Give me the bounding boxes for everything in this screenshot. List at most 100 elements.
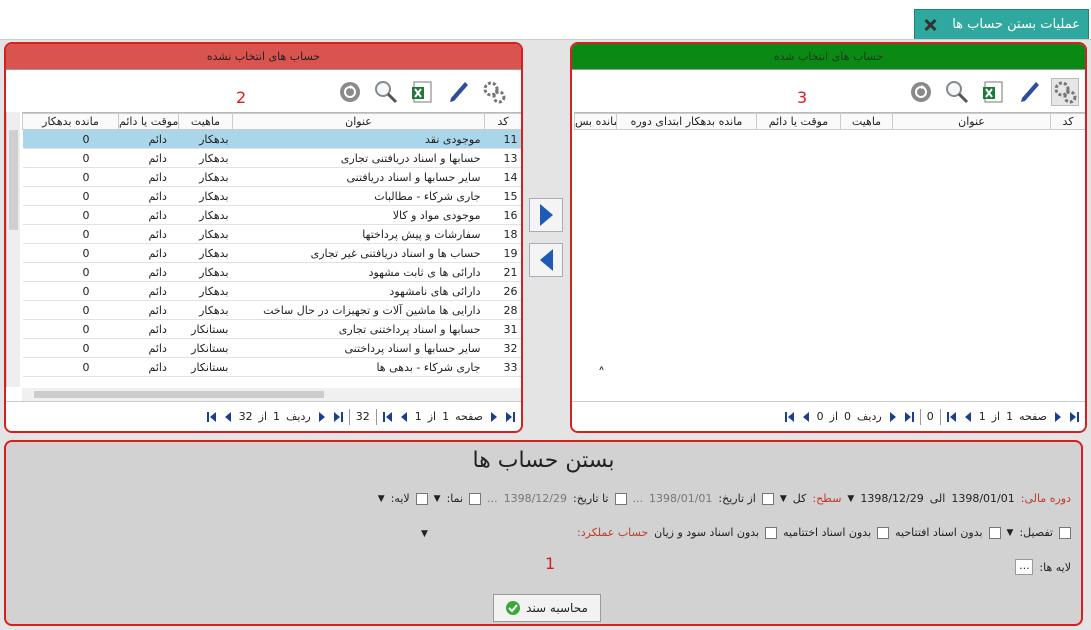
next-page-icon[interactable] [1053, 411, 1063, 423]
of-word: از [427, 410, 437, 423]
move-right-button[interactable] [529, 198, 563, 232]
first-row-icon[interactable] [206, 411, 217, 423]
code-cell: 33 [484, 357, 521, 377]
table-row[interactable]: 0 دائم بدهکار موجودی مواد و کالا 16 [22, 205, 521, 225]
table-row[interactable]: 0 دائم بدهکار حساب ها و اسناد دریافتنی غیر … [22, 243, 521, 263]
calculate-document-button[interactable]: محاسبه سند [493, 594, 601, 622]
to-date-value[interactable]: 1398/12/29 [504, 492, 567, 505]
code-cell: 14 [484, 167, 521, 187]
col-temp[interactable]: موقت یا دائم [756, 113, 841, 130]
excel-icon[interactable] [408, 78, 436, 106]
col-nature[interactable]: ماهیت [840, 113, 893, 130]
fiscal-from-value[interactable]: 1398/01/01 [951, 492, 1014, 505]
col-code[interactable]: کد [1050, 113, 1085, 130]
fiscal-dropdown-icon[interactable]: ▼ [847, 494, 854, 504]
refresh-icon[interactable] [336, 78, 364, 106]
no-opening-checkbox[interactable] [988, 526, 1001, 539]
pen-icon[interactable] [444, 78, 472, 106]
col-temp[interactable]: موقت یا دائم [118, 113, 179, 130]
level-dropdown-icon[interactable]: ▼ [780, 494, 787, 504]
to-date-picker[interactable]: ... [487, 492, 498, 505]
col-opening-balance[interactable]: مانده بدهکار ابتدای دوره [616, 113, 757, 130]
nema-checkbox[interactable] [469, 492, 482, 505]
col-code[interactable]: کد [484, 113, 521, 130]
prev-row-icon[interactable] [223, 411, 233, 423]
table-row[interactable]: 0 دائم بدهکار سفارشات و پیش پرداختها 18 [22, 224, 521, 244]
close-icon[interactable] [923, 18, 937, 32]
table-row[interactable]: 0 دائم بستانکار سایر حسابها و اسناد پرداختن… [22, 338, 521, 358]
col-title[interactable]: عنوان [892, 113, 1051, 130]
from-date-checkbox[interactable] [761, 492, 774, 505]
top-bar: عملیات بستن حساب ها [0, 0, 1091, 40]
unselected-accounts-table: مانده بدهکار موقت یا دائم ماهیت عنوان کد… [22, 113, 521, 377]
prev-page-icon[interactable] [963, 411, 973, 423]
title-cell: سایر حسابها و اسناد دریافتنی [232, 167, 485, 187]
search-icon[interactable] [943, 78, 971, 106]
no-profit-checkbox[interactable] [765, 526, 778, 539]
temp-cell: دائم [118, 186, 179, 206]
nature-cell: بستانکار [178, 357, 233, 377]
move-left-button[interactable] [529, 243, 563, 277]
from-date-value[interactable]: 1398/01/01 [649, 492, 712, 505]
from-date-picker[interactable]: ... [633, 492, 644, 505]
layers-button[interactable]: ... [1015, 559, 1034, 575]
code-cell: 18 [484, 224, 521, 244]
table-row[interactable]: 0 دائم بدهکار دارائی های نامشهود 26 [22, 281, 521, 301]
prev-page-icon[interactable] [399, 411, 409, 423]
table-row[interactable]: 0 دائم بدهکار دارائی ها ی ثابت مشهود 21 [22, 262, 521, 282]
table-row[interactable]: 0 دائم بدهکار سایر حسابها و اسناد دریافتنی 1… [22, 167, 521, 187]
first-page-icon[interactable] [946, 411, 957, 423]
col-balance[interactable]: مانده بدهکار [22, 113, 119, 130]
horizontal-scrollbar[interactable] [22, 388, 521, 401]
laye-dropdown-icon[interactable]: ▼ [378, 494, 385, 504]
to-date-checkbox[interactable] [614, 492, 627, 505]
level-select[interactable]: کل [793, 492, 807, 505]
scroll-thumb[interactable] [9, 130, 18, 230]
next-page-icon[interactable] [489, 411, 499, 423]
excel-icon[interactable] [979, 78, 1007, 106]
first-page-icon[interactable] [382, 411, 393, 423]
nema-dropdown-icon[interactable]: ▼ [434, 494, 441, 504]
table-row[interactable]: 0 دائم بدهکار حسابها و اسناد دریافتنی تجاری… [22, 148, 521, 168]
no-closing-label: بدون اسناد اختتامیه [783, 526, 872, 539]
col-nature[interactable]: ماهیت [178, 113, 233, 130]
last-row-icon[interactable] [904, 411, 914, 423]
table-row[interactable]: 0 دائم بدهکار دارایی ها ماشین آلات و تجهیزا… [22, 300, 521, 320]
balance-cell: 0 [22, 167, 119, 187]
fiscal-to-value[interactable]: 1398/12/29 [860, 492, 923, 505]
balance-cell: 0 [22, 357, 119, 377]
col-balance-credit[interactable]: مانده بس [574, 113, 617, 130]
divider [375, 408, 377, 425]
no-closing-checkbox[interactable] [877, 526, 890, 539]
settings-icon[interactable] [1051, 78, 1079, 106]
next-row-icon[interactable] [888, 411, 898, 423]
last-page-icon[interactable] [505, 411, 515, 423]
last-page-icon[interactable] [1069, 411, 1079, 423]
table-row[interactable]: 0 دائم بدهکار جاری شرکاء - مطالبات 15 [22, 186, 521, 206]
first-row-icon[interactable] [784, 411, 795, 423]
prev-row-icon[interactable] [801, 411, 811, 423]
record-count: 32 [355, 410, 370, 423]
laye-checkbox[interactable] [415, 492, 428, 505]
hscroll-thumb[interactable] [34, 391, 324, 398]
pen-icon[interactable] [1015, 78, 1043, 106]
tab-close-accounts[interactable]: عملیات بستن حساب ها [914, 9, 1089, 39]
settings-icon[interactable] [480, 78, 508, 106]
table-row[interactable]: 0 دائم بستانکار حسابها و اسناد پرداختنی تجا… [22, 319, 521, 339]
fiscal-period-label: دوره مالی: [1020, 492, 1071, 505]
col-title[interactable]: عنوان [232, 113, 485, 130]
performance-account-select[interactable]: ▼ [421, 526, 571, 539]
total-pages: 1 [414, 410, 422, 423]
detail-checkbox[interactable] [1059, 526, 1071, 539]
nature-cell: بدهکار [178, 300, 233, 320]
refresh-icon[interactable] [907, 78, 935, 106]
vertical-scrollbar[interactable] [6, 112, 20, 387]
next-row-icon[interactable] [317, 411, 327, 423]
search-icon[interactable] [372, 78, 400, 106]
detail-dropdown-icon[interactable]: ▼ [1007, 528, 1014, 538]
scroll-up-icon[interactable]: ˄ [598, 366, 605, 382]
of-word: از [258, 410, 268, 423]
last-row-icon[interactable] [333, 411, 343, 423]
table-row[interactable]: 0 دائم بدهکار موجودی نقد 11 [22, 129, 521, 149]
table-row[interactable]: 0 دائم بستانکار جاری شرکاء - بدهی ها 33 [22, 357, 521, 377]
